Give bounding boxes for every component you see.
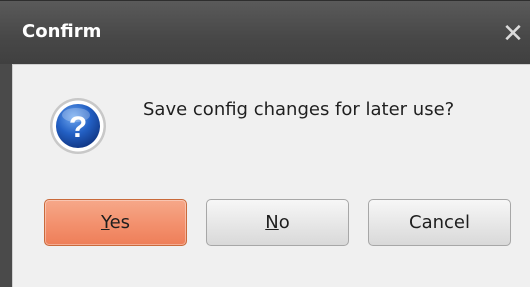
title-bar[interactable]: Confirm ✕ <box>0 0 530 64</box>
yes-accelerator: Y <box>100 212 110 233</box>
cancel-label: Cancel <box>409 212 470 233</box>
dialog-message: Save config changes for later use? <box>143 99 455 120</box>
no-accelerator: N <box>265 212 279 233</box>
yes-label-rest: es <box>109 212 131 233</box>
svg-text:?: ? <box>69 111 87 144</box>
no-label-rest: o <box>278 212 290 233</box>
close-icon[interactable]: ✕ <box>496 15 530 53</box>
question-icon: ? <box>47 95 109 157</box>
confirm-dialog: Confirm ✕ ? Save config changes for late… <box>0 0 530 287</box>
yes-button[interactable]: Yes <box>44 199 187 246</box>
cancel-button[interactable]: Cancel <box>368 199 511 246</box>
dialog-body: ? Save config changes for later use? Yes… <box>12 64 530 287</box>
no-button[interactable]: No <box>206 199 349 246</box>
dialog-title: Confirm <box>22 21 102 42</box>
